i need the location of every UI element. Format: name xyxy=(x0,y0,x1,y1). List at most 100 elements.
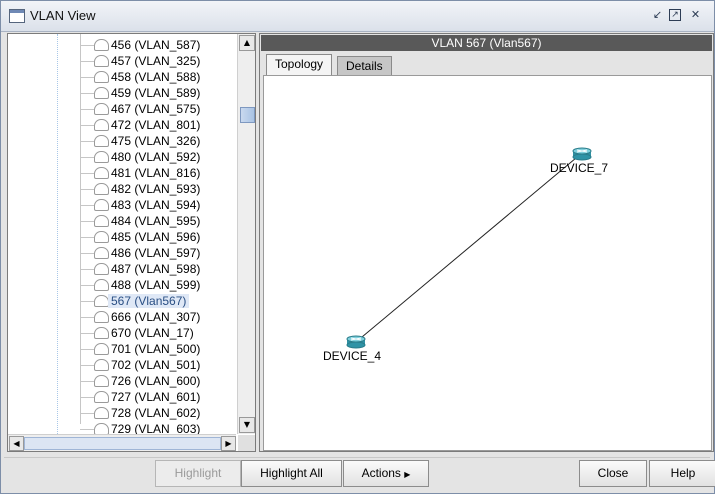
vlan-view-window: VLAN View ↙ ↗ ✕ 456 (VLAN_587) 457 (VLAN_… xyxy=(0,0,715,494)
tree-item[interactable]: 488 (VLAN_599) xyxy=(80,277,235,293)
vlan-leaf-icon xyxy=(94,327,109,339)
tree-connector xyxy=(80,349,94,350)
highlight-all-button[interactable]: Highlight All xyxy=(241,460,342,487)
actions-label: Actions xyxy=(361,466,401,480)
tree-item-label: 728 (VLAN_602) xyxy=(111,406,201,420)
tree-item-label: 701 (VLAN_500) xyxy=(111,342,201,356)
tree-item[interactable]: 486 (VLAN_597) xyxy=(80,245,235,261)
tree-connector xyxy=(80,77,94,78)
tree-item[interactable]: 487 (VLAN_598) xyxy=(80,261,235,277)
router-icon[interactable] xyxy=(572,147,592,161)
vlan-leaf-icon xyxy=(94,183,109,195)
tree-connector xyxy=(80,45,94,46)
tree-item[interactable]: 475 (VLAN_326) xyxy=(80,133,235,149)
tree-item-label: 458 (VLAN_588) xyxy=(111,70,201,84)
scroll-corner xyxy=(238,435,255,451)
scroll-right-icon[interactable]: ▶ xyxy=(221,436,236,451)
tree-connector xyxy=(80,205,94,206)
tree-item-label: 480 (VLAN_592) xyxy=(111,150,201,164)
tree-item[interactable]: 482 (VLAN_593) xyxy=(80,181,235,197)
tree-item[interactable]: 457 (VLAN_325) xyxy=(80,53,235,69)
topology-canvas[interactable]: DEVICE_7 DEVICE_4 xyxy=(263,75,712,451)
tree-connector xyxy=(80,253,94,254)
tree-item[interactable]: 567 (Vlan567) xyxy=(80,293,235,309)
tree-item-label: 472 (VLAN_801) xyxy=(111,118,201,132)
tree-item[interactable]: 472 (VLAN_801) xyxy=(80,117,235,133)
tree-item[interactable]: 481 (VLAN_816) xyxy=(80,165,235,181)
tree-item-label: 457 (VLAN_325) xyxy=(111,54,201,68)
tree-item[interactable]: 728 (VLAN_602) xyxy=(80,405,235,421)
tree-item[interactable]: 480 (VLAN_592) xyxy=(80,149,235,165)
help-button[interactable]: Help xyxy=(649,460,715,487)
tree-connector xyxy=(80,221,94,222)
tree-item[interactable]: 666 (VLAN_307) xyxy=(80,309,235,325)
vlan-leaf-icon xyxy=(94,39,109,51)
tree-item-label: 456 (VLAN_587) xyxy=(111,38,201,52)
horizontal-scroll-thumb[interactable] xyxy=(24,437,221,450)
tree-item[interactable]: 467 (VLAN_575) xyxy=(80,101,235,117)
tree-item[interactable]: 484 (VLAN_595) xyxy=(80,213,235,229)
vertical-scrollbar[interactable]: ▲ ▼ xyxy=(237,34,255,434)
tree-connector xyxy=(80,333,94,334)
tree-item-label: 487 (VLAN_598) xyxy=(111,262,201,276)
vlan-leaf-icon xyxy=(94,215,109,227)
tab-details[interactable]: Details xyxy=(337,56,392,75)
tree-connector xyxy=(80,317,94,318)
tree-item-label: 666 (VLAN_307) xyxy=(111,310,201,324)
vlan-leaf-icon xyxy=(94,167,109,179)
tree-item[interactable]: 701 (VLAN_500) xyxy=(80,341,235,357)
tree-item-label: 486 (VLAN_597) xyxy=(111,246,201,260)
tree-connector xyxy=(80,269,94,270)
close-icon[interactable]: ✕ xyxy=(689,8,702,21)
tree-connector xyxy=(80,413,94,414)
device-label-device-7[interactable]: DEVICE_7 xyxy=(550,161,608,175)
vlan-leaf-icon xyxy=(94,55,109,67)
tree-item[interactable]: 702 (VLAN_501) xyxy=(80,357,235,373)
tree-item[interactable]: 670 (VLAN_17) xyxy=(80,325,235,341)
close-button[interactable]: Close xyxy=(579,460,647,487)
tree-connector xyxy=(80,285,94,286)
vlan-tree-panel: 456 (VLAN_587) 457 (VLAN_325) 458 (VLAN_58… xyxy=(7,33,256,452)
tree-item-label: 467 (VLAN_575) xyxy=(111,102,201,116)
vlan-leaf-icon xyxy=(94,295,109,307)
vlan-detail-panel: VLAN 567 (Vlan567) Topology Details DEVI… xyxy=(259,33,714,452)
tree-connector xyxy=(80,365,94,366)
actions-button[interactable]: Actions ▶ xyxy=(343,460,429,487)
tree-item[interactable]: 729 (VLAN_603) xyxy=(80,421,235,434)
tree-item[interactable]: 458 (VLAN_588) xyxy=(80,69,235,85)
router-icon[interactable] xyxy=(346,335,366,349)
tree-connector xyxy=(80,237,94,238)
tree-item[interactable]: 726 (VLAN_600) xyxy=(80,373,235,389)
tree-item-label: 482 (VLAN_593) xyxy=(111,182,201,196)
scroll-up-icon[interactable]: ▲ xyxy=(239,35,255,51)
tree-item[interactable]: 483 (VLAN_594) xyxy=(80,197,235,213)
tree-item[interactable]: 727 (VLAN_601) xyxy=(80,389,235,405)
vlan-leaf-icon xyxy=(94,231,109,243)
link-line xyxy=(355,152,583,343)
scroll-down-icon[interactable]: ▼ xyxy=(239,417,255,433)
button-bar: Highlight Highlight All Actions ▶ Close … xyxy=(4,457,715,490)
tab-topology[interactable]: Topology xyxy=(266,54,333,75)
device-label-device-4[interactable]: DEVICE_4 xyxy=(323,349,381,363)
tree-item-label: 459 (VLAN_589) xyxy=(111,86,201,100)
tree-connector xyxy=(80,173,94,174)
tree-item[interactable]: 459 (VLAN_589) xyxy=(80,85,235,101)
tree-item[interactable]: 485 (VLAN_596) xyxy=(80,229,235,245)
highlight-button[interactable]: Highlight xyxy=(155,460,241,487)
minimize-icon[interactable]: ↙ xyxy=(651,8,664,21)
vertical-scroll-thumb[interactable] xyxy=(240,107,255,123)
vlan-leaf-icon xyxy=(94,135,109,147)
title-bar[interactable]: VLAN View ↙ ↗ ✕ xyxy=(1,1,714,32)
tree-connector xyxy=(80,93,94,94)
tree-item[interactable]: 456 (VLAN_587) xyxy=(80,37,235,53)
horizontal-scrollbar[interactable]: ◀ ▶ xyxy=(8,434,236,451)
vlan-leaf-icon xyxy=(94,103,109,115)
vlan-leaf-icon xyxy=(94,263,109,275)
tree-guide-line xyxy=(57,34,59,434)
vlan-leaf-icon xyxy=(94,311,109,323)
scroll-left-icon[interactable]: ◀ xyxy=(9,436,24,451)
tree-item-label: 702 (VLAN_501) xyxy=(111,358,201,372)
vlan-leaf-icon xyxy=(94,343,109,355)
maximize-icon[interactable]: ↗ xyxy=(669,9,681,21)
tree-item-label: 488 (VLAN_599) xyxy=(111,278,201,292)
